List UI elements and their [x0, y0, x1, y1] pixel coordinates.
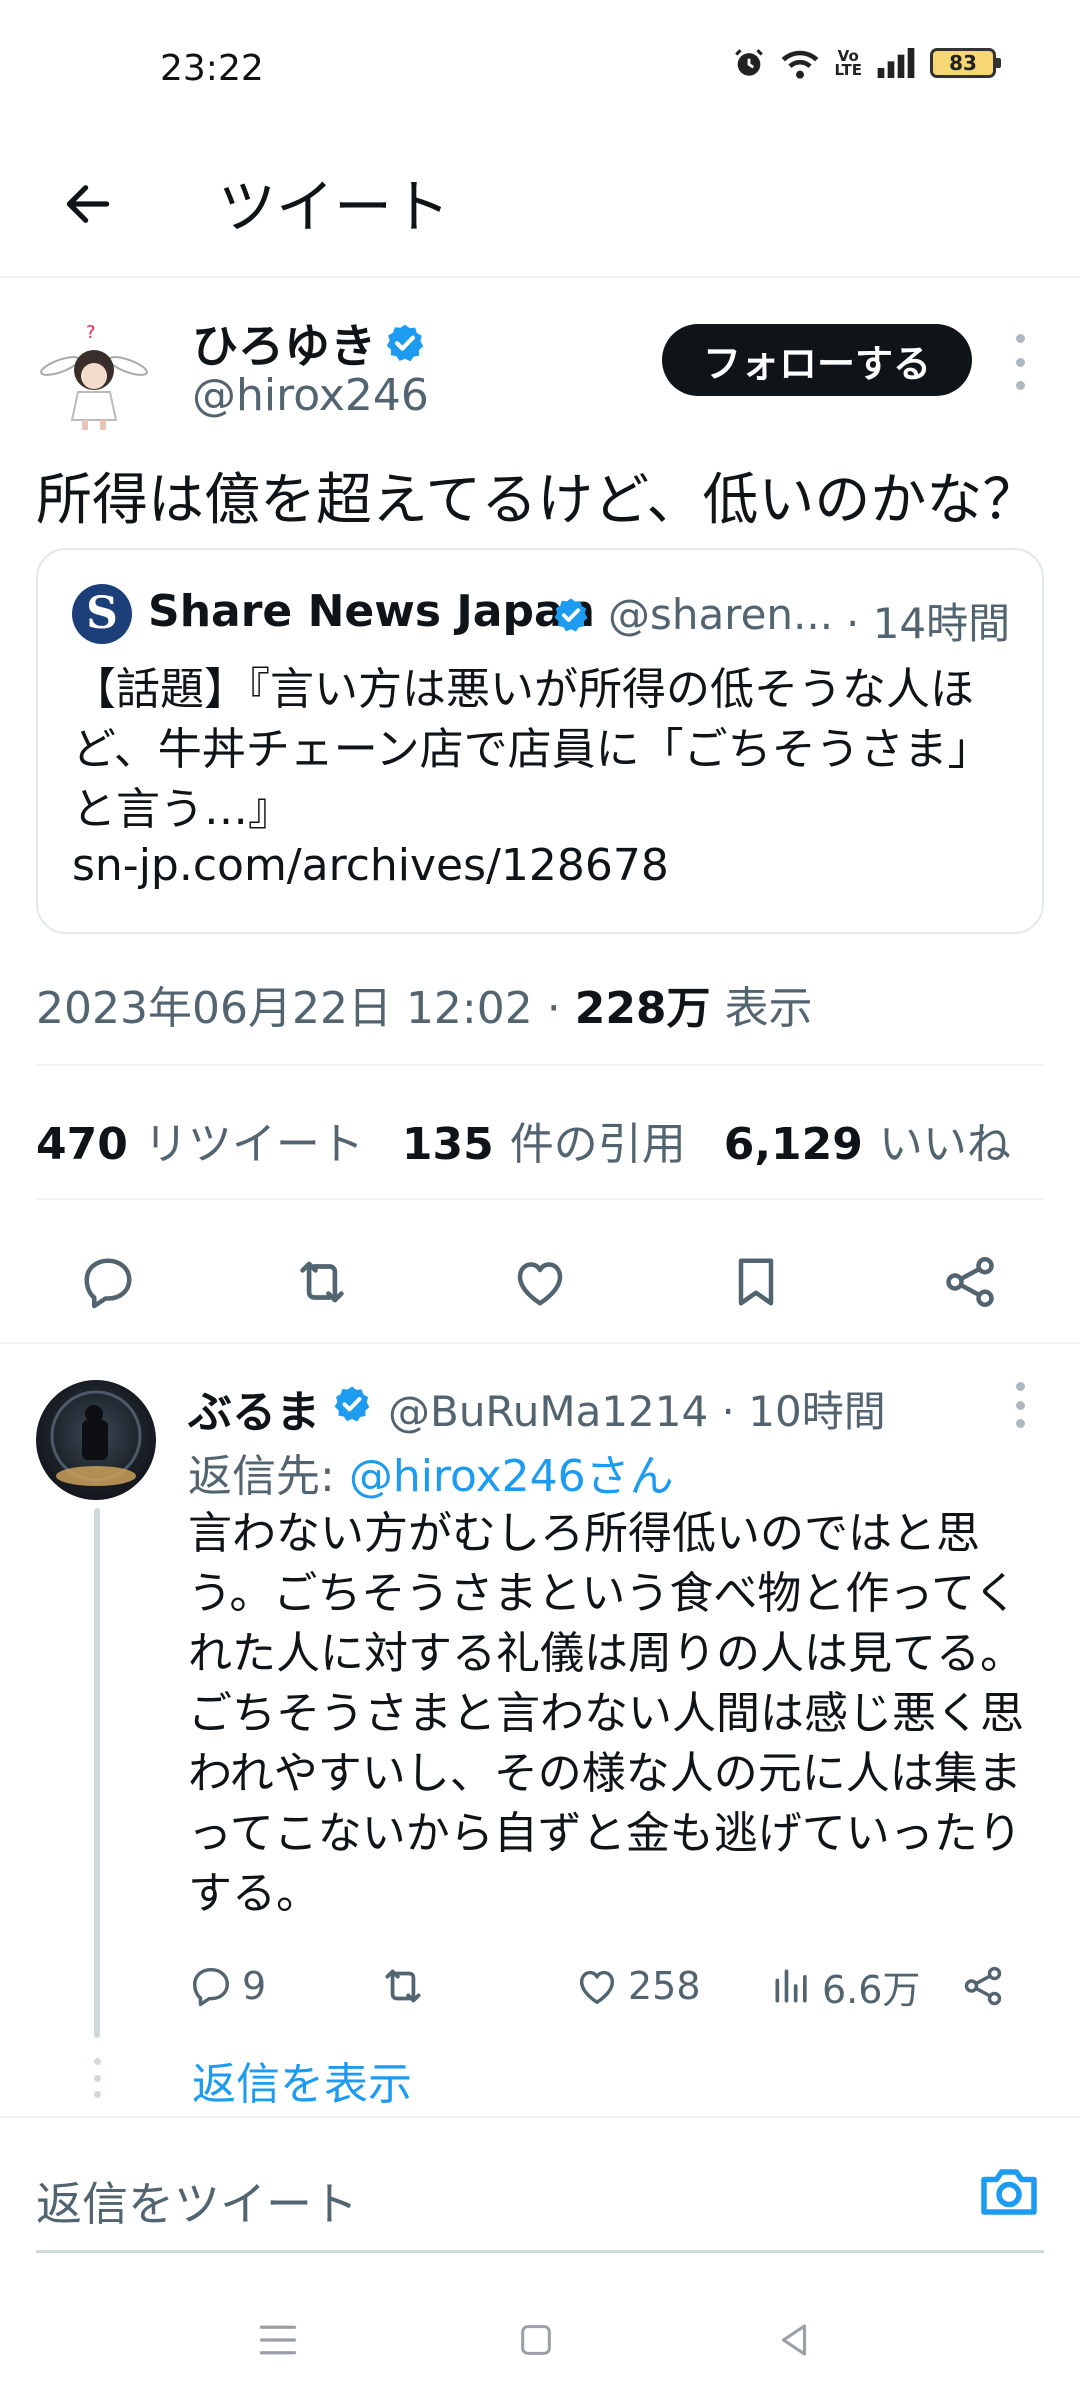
quote-avatar: S: [72, 584, 132, 644]
reply-input[interactable]: 返信をツイート: [36, 2168, 358, 2234]
verified-badge-icon: [552, 596, 590, 634]
quote-link[interactable]: sn-jp.com/archives/128678: [72, 840, 669, 891]
compose-underline: [36, 2250, 1044, 2253]
tweet-datetime: 2023年06月22日 12:02 ·: [36, 983, 575, 1034]
status-time: 23:22: [160, 48, 264, 89]
like-button[interactable]: [508, 1250, 572, 1314]
reply-reply-button[interactable]: 9: [188, 1956, 266, 2016]
reply-views-button[interactable]: 6.6万: [770, 1956, 920, 2016]
reply-button[interactable]: [76, 1250, 140, 1314]
author-name[interactable]: ひろゆき: [192, 310, 376, 376]
divider: [36, 1198, 1044, 1200]
quotes-stat[interactable]: 135 件の引用: [402, 1108, 686, 1172]
tweet-text: 所得は億を超えてるけど、低いのかな？: [36, 468, 1039, 533]
camera-icon: [981, 2169, 1037, 2215]
reply-share-button[interactable]: [960, 1956, 1006, 2016]
like-icon: [579, 1970, 615, 2005]
reply-author-name[interactable]: ぶるま: [188, 1376, 320, 1440]
quote-author-name: Share News Japan: [148, 586, 595, 637]
app-header: ツイート: [0, 140, 1080, 278]
reply-avatar[interactable]: [36, 1380, 156, 1500]
reply-retweet-button[interactable]: [378, 1956, 428, 2016]
thread-line: [94, 1508, 100, 2038]
home-icon: [521, 2325, 551, 2355]
reply-more-button[interactable]: [1000, 1382, 1040, 1428]
compose-bar: 返信をツイート: [0, 2116, 1080, 2250]
signal-icon: [876, 48, 916, 78]
camera-button[interactable]: [976, 2162, 1042, 2222]
system-back-button[interactable]: [764, 2310, 824, 2370]
more-vert-icon: [1015, 1382, 1025, 1391]
back-arrow-icon: [66, 185, 110, 223]
recents-button[interactable]: [248, 2310, 308, 2370]
reply-icon: [192, 1967, 230, 2007]
more-vert-icon: [1015, 334, 1025, 343]
reply-to-link[interactable]: @hirox246さん: [349, 1451, 674, 1502]
svg-text:?: ?: [86, 322, 96, 343]
alarm-icon: [732, 46, 766, 80]
view-count: 6.6万: [822, 1967, 921, 2012]
back-icon: [781, 2324, 807, 2356]
retweet-icon: [385, 1969, 421, 2003]
reply-action-bar: 9 258 6.6万: [188, 1956, 1048, 2016]
views-icon: [775, 1969, 807, 2003]
reply-text: 言わない方がむしろ所得低いのではと思う。ごちそうさまという食べ物と作ってくれた人…: [188, 1508, 1024, 1919]
wifi-icon: [780, 46, 820, 80]
quote-tweet-card[interactable]: S Share News Japan @sharen... · 14時間 【話題…: [36, 548, 1044, 934]
like-icon: [517, 1262, 563, 1306]
battery-icon: 83: [930, 48, 1001, 78]
tweet-author-row: ? ひろゆき @hirox246 フォローする: [0, 300, 1080, 440]
likes-stat[interactable]: 6,129 いいね: [724, 1108, 1011, 1172]
retweet-icon: [300, 1261, 344, 1303]
more-options-button[interactable]: [1000, 334, 1040, 390]
bookmark-icon: [738, 1258, 774, 1306]
like-count: 258: [628, 1964, 701, 2008]
tweet-action-bar: [0, 1220, 1080, 1340]
volte-icon: Vo LTE: [834, 47, 862, 79]
back-button[interactable]: [52, 168, 124, 240]
home-button[interactable]: [506, 2310, 566, 2370]
verified-badge-icon: [332, 1384, 372, 1424]
reply-to: 返信先: @hirox246さん: [188, 1451, 674, 1502]
verified-badge-icon: [384, 322, 426, 364]
quote-text: 【話題】『言い方は悪いが所得の低そうな人ほど、牛丼チェーン店で店員に「ごちそうさ…: [72, 664, 992, 835]
views-count: 228万: [574, 983, 711, 1034]
bookmark-button[interactable]: [724, 1250, 788, 1314]
share-icon: [946, 1257, 994, 1307]
system-nav-bar: [0, 2290, 1080, 2400]
reply-icon: [84, 1258, 132, 1309]
menu-icon: [260, 2325, 296, 2355]
status-bar: 23:22 Vo LTE 83: [0, 0, 1080, 140]
quote-timestamp: · 14時間: [846, 599, 1011, 648]
status-icons: Vo LTE 83: [732, 46, 1001, 80]
quote-author-handle: @sharen...: [608, 590, 834, 639]
share-icon: [964, 1966, 1002, 2006]
reply-count: 9: [242, 1964, 267, 2008]
divider: [36, 1064, 1044, 1066]
thread-dots: [91, 2058, 103, 2098]
follow-button[interactable]: フォローする: [662, 324, 972, 396]
tweet-stats: 470 リツイート 135 件の引用 6,129 いいね: [36, 1108, 1011, 1172]
author-handle[interactable]: @hirox246: [192, 370, 429, 421]
share-button[interactable]: [938, 1250, 1002, 1314]
retweet-button[interactable]: [290, 1250, 354, 1314]
show-replies-link[interactable]: 返信を表示: [192, 2048, 412, 2112]
reply-handle-time: @BuRuMa1214 · 10時間: [388, 1387, 886, 1436]
tweet-meta: 2023年06月22日 12:02 · 228万 表示: [36, 972, 813, 1036]
divider: [0, 1342, 1080, 1344]
retweets-stat[interactable]: 470 リツイート: [36, 1108, 364, 1172]
views-label: 表示: [724, 983, 813, 1034]
reply-like-button[interactable]: 258: [574, 1956, 701, 2016]
page-title: ツイート: [218, 173, 451, 241]
author-avatar[interactable]: ?: [36, 316, 152, 432]
